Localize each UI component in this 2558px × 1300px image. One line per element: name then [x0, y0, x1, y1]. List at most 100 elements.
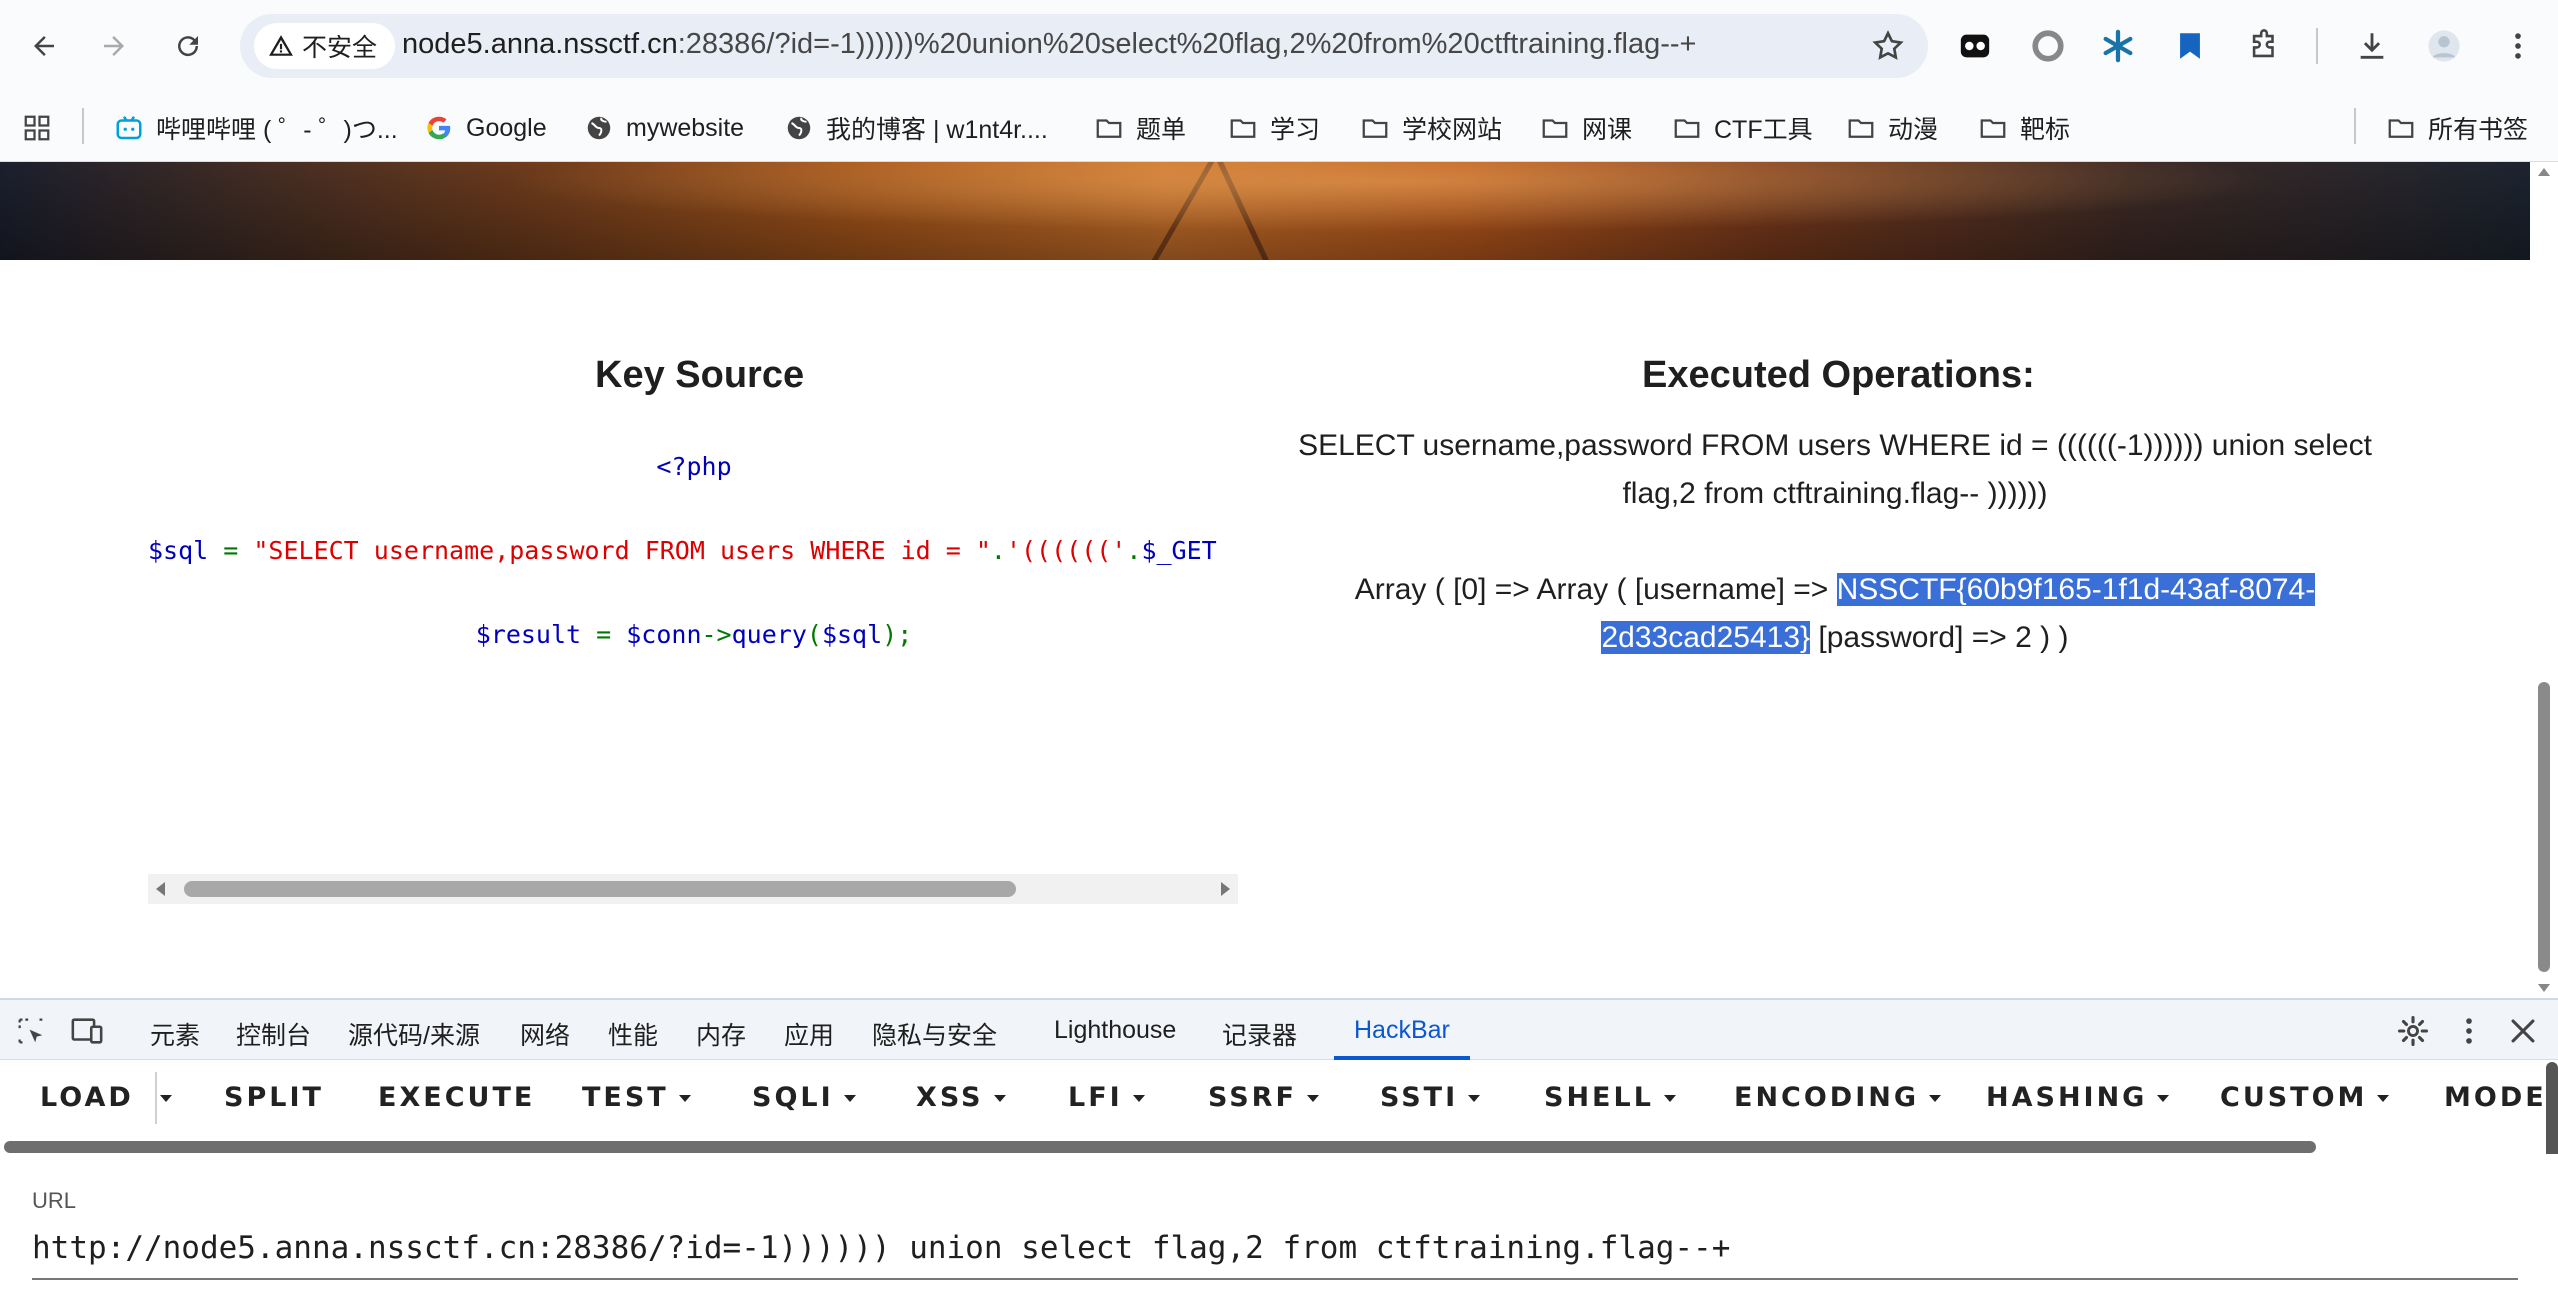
xss-menu-button[interactable]: XSS — [916, 1082, 1006, 1113]
banner-detail — [1151, 162, 1215, 260]
custom-menu-button[interactable]: CUSTOM — [2220, 1082, 2390, 1113]
bookmark-label: 学校网站 — [1402, 116, 1503, 144]
back-button[interactable] — [22, 24, 66, 68]
tab-lighthouse[interactable]: Lighthouse — [1054, 1016, 1176, 1045]
bookmark-label: 学习 — [1270, 116, 1321, 144]
address-bar[interactable]: 不安全 node5.anna.nssctf.cn:28386/?id=-1)))… — [240, 14, 1928, 78]
bookmark-folder-school[interactable]: 学校网站 — [1360, 108, 1502, 148]
sqli-menu-button[interactable]: SQLI — [752, 1082, 856, 1113]
bookmark-blog[interactable]: 我的博客 | w1nt4r.... — [784, 108, 1048, 148]
bookmark-folder-tidan[interactable]: 题单 — [1094, 108, 1186, 148]
button-label: CUSTOM — [2220, 1082, 2368, 1113]
code-token: . — [990, 536, 1006, 565]
extension-circle-icon[interactable] — [2028, 26, 2068, 66]
bookmark-folder-ctf[interactable]: CTF工具 — [1672, 108, 1813, 148]
menu-kebab-icon[interactable] — [2498, 26, 2538, 66]
bookmark-folder-anime[interactable]: 动漫 — [1846, 108, 1938, 148]
caret-down-icon — [1929, 1095, 1942, 1102]
code-line-3: $result = $conn->query($sql); — [148, 620, 1240, 649]
all-bookmarks-folder[interactable]: 所有书签 — [2386, 108, 2528, 148]
tab-hackbar[interactable]: HackBar — [1354, 1016, 1450, 1045]
tab-recorder[interactable]: 记录器 — [1222, 1016, 1297, 1052]
tab-performance[interactable]: 性能 — [608, 1016, 658, 1052]
scroll-left-arrow-icon[interactable] — [156, 882, 165, 896]
url-input-underline — [32, 1278, 2518, 1280]
button-label: TEST — [582, 1082, 669, 1113]
close-icon[interactable] — [2506, 1014, 2540, 1048]
extension-mask-icon[interactable] — [1955, 26, 1995, 66]
extensions-puzzle-icon[interactable] — [2244, 26, 2284, 66]
hackbar-url-panel: URL http://node5.anna.nssctf.cn:28386/?i… — [0, 1154, 2558, 1300]
shell-menu-button[interactable]: SHELL — [1544, 1082, 1676, 1113]
code-token: $result — [475, 620, 582, 649]
url-input[interactable]: http://node5.anna.nssctf.cn:28386/?id=-1… — [32, 1230, 1730, 1266]
split-button[interactable]: SPLIT — [224, 1082, 324, 1113]
ssti-menu-button[interactable]: SSTI — [1380, 1082, 1481, 1113]
execute-button[interactable]: EXECUTE — [378, 1082, 535, 1113]
bookmark-bilibili[interactable]: 哔哩哔哩 ( ゜- ゜)つ... — [114, 108, 398, 148]
device-toolbar-icon[interactable] — [70, 1014, 104, 1048]
encoding-menu-button[interactable]: ENCODING — [1734, 1082, 1942, 1113]
caret-down-icon — [1132, 1095, 1145, 1102]
code-token: '((((((' — [1005, 536, 1127, 565]
load-dropdown-button[interactable] — [160, 1082, 172, 1113]
result-prefix: Array ( [0] => Array ( [username] => — [1354, 573, 1837, 606]
bookmarks-divider — [82, 108, 84, 144]
test-menu-button[interactable]: TEST — [582, 1082, 691, 1113]
scroll-right-arrow-icon[interactable] — [1221, 882, 1230, 896]
scrollbar-thumb[interactable] — [184, 881, 1016, 897]
forward-button[interactable] — [92, 24, 136, 68]
code-token: $conn — [626, 620, 702, 649]
hackbar-toolbar: LOAD SPLIT EXECUTE TEST SQLI XSS LFI SSR… — [0, 1060, 2558, 1140]
button-label: SQLI — [752, 1082, 834, 1113]
bookmark-folder-target[interactable]: 靶标 — [1978, 108, 2070, 148]
devtools-menu-kebab-icon[interactable] — [2452, 1014, 2486, 1048]
hackbar-horizontal-scrollbar[interactable] — [0, 1140, 2558, 1154]
tab-memory[interactable]: 内存 — [696, 1016, 746, 1052]
tab-elements[interactable]: 元素 — [150, 1016, 200, 1052]
scroll-down-arrow-icon[interactable] — [2538, 984, 2550, 992]
php-open-tag: <?php — [656, 452, 732, 481]
url-display[interactable]: node5.anna.nssctf.cn:28386/?id=-1))))))%… — [402, 28, 1696, 61]
inspect-element-icon[interactable] — [14, 1014, 48, 1048]
extension-snowflake-icon[interactable] — [2098, 26, 2138, 66]
bookmark-google[interactable]: Google — [424, 108, 547, 148]
scrollbar-thumb[interactable] — [4, 1141, 2316, 1153]
code-token: = — [581, 620, 627, 649]
tab-console[interactable]: 控制台 — [236, 1016, 311, 1052]
code-token: = — [208, 536, 254, 565]
button-label: HASHING — [1986, 1082, 2148, 1113]
tab-sources[interactable]: 源代码/来源 — [348, 1016, 480, 1052]
bookmark-folder-course[interactable]: 网课 — [1540, 108, 1632, 148]
bookmark-folder-study[interactable]: 学习 — [1228, 108, 1320, 148]
url-host: node5.anna.nssctf.cn — [402, 28, 678, 60]
bookmark-mywebsite[interactable]: mywebsite — [584, 108, 744, 148]
mode-menu-button[interactable]: MODE — [2444, 1082, 2547, 1113]
apps-grid-icon[interactable] — [22, 108, 52, 148]
gear-icon[interactable] — [2396, 1014, 2430, 1048]
key-source-title: Key Source — [595, 354, 805, 396]
load-button[interactable]: LOAD — [40, 1082, 134, 1113]
caret-down-icon — [843, 1095, 856, 1102]
banner-detail — [1217, 162, 1269, 260]
code-horizontal-scrollbar[interactable] — [148, 874, 1238, 904]
bilibili-icon — [116, 116, 142, 140]
bookmark-label: 我的博客 | w1nt4r.... — [826, 116, 1048, 144]
star-icon[interactable] — [1870, 28, 1906, 64]
tab-application[interactable]: 应用 — [784, 1016, 834, 1052]
tab-network[interactable]: 网络 — [520, 1016, 570, 1052]
download-icon[interactable] — [2352, 26, 2392, 66]
ssrf-menu-button[interactable]: SSRF — [1208, 1082, 1319, 1113]
reload-button[interactable] — [166, 24, 210, 68]
caret-down-icon — [1468, 1095, 1481, 1102]
scrollbar-thumb[interactable] — [2538, 682, 2550, 972]
hashing-menu-button[interactable]: HASHING — [1986, 1082, 2170, 1113]
arrow-right-icon — [104, 36, 124, 56]
tab-privacy-security[interactable]: 隐私与安全 — [872, 1016, 997, 1052]
scroll-up-arrow-icon[interactable] — [2538, 168, 2550, 176]
page-vertical-scrollbar[interactable] — [2530, 162, 2558, 998]
extension-bookmark-icon[interactable] — [2170, 26, 2210, 66]
lfi-menu-button[interactable]: LFI — [1068, 1082, 1145, 1113]
security-chip[interactable]: 不安全 — [254, 23, 396, 69]
avatar[interactable] — [2424, 26, 2464, 66]
